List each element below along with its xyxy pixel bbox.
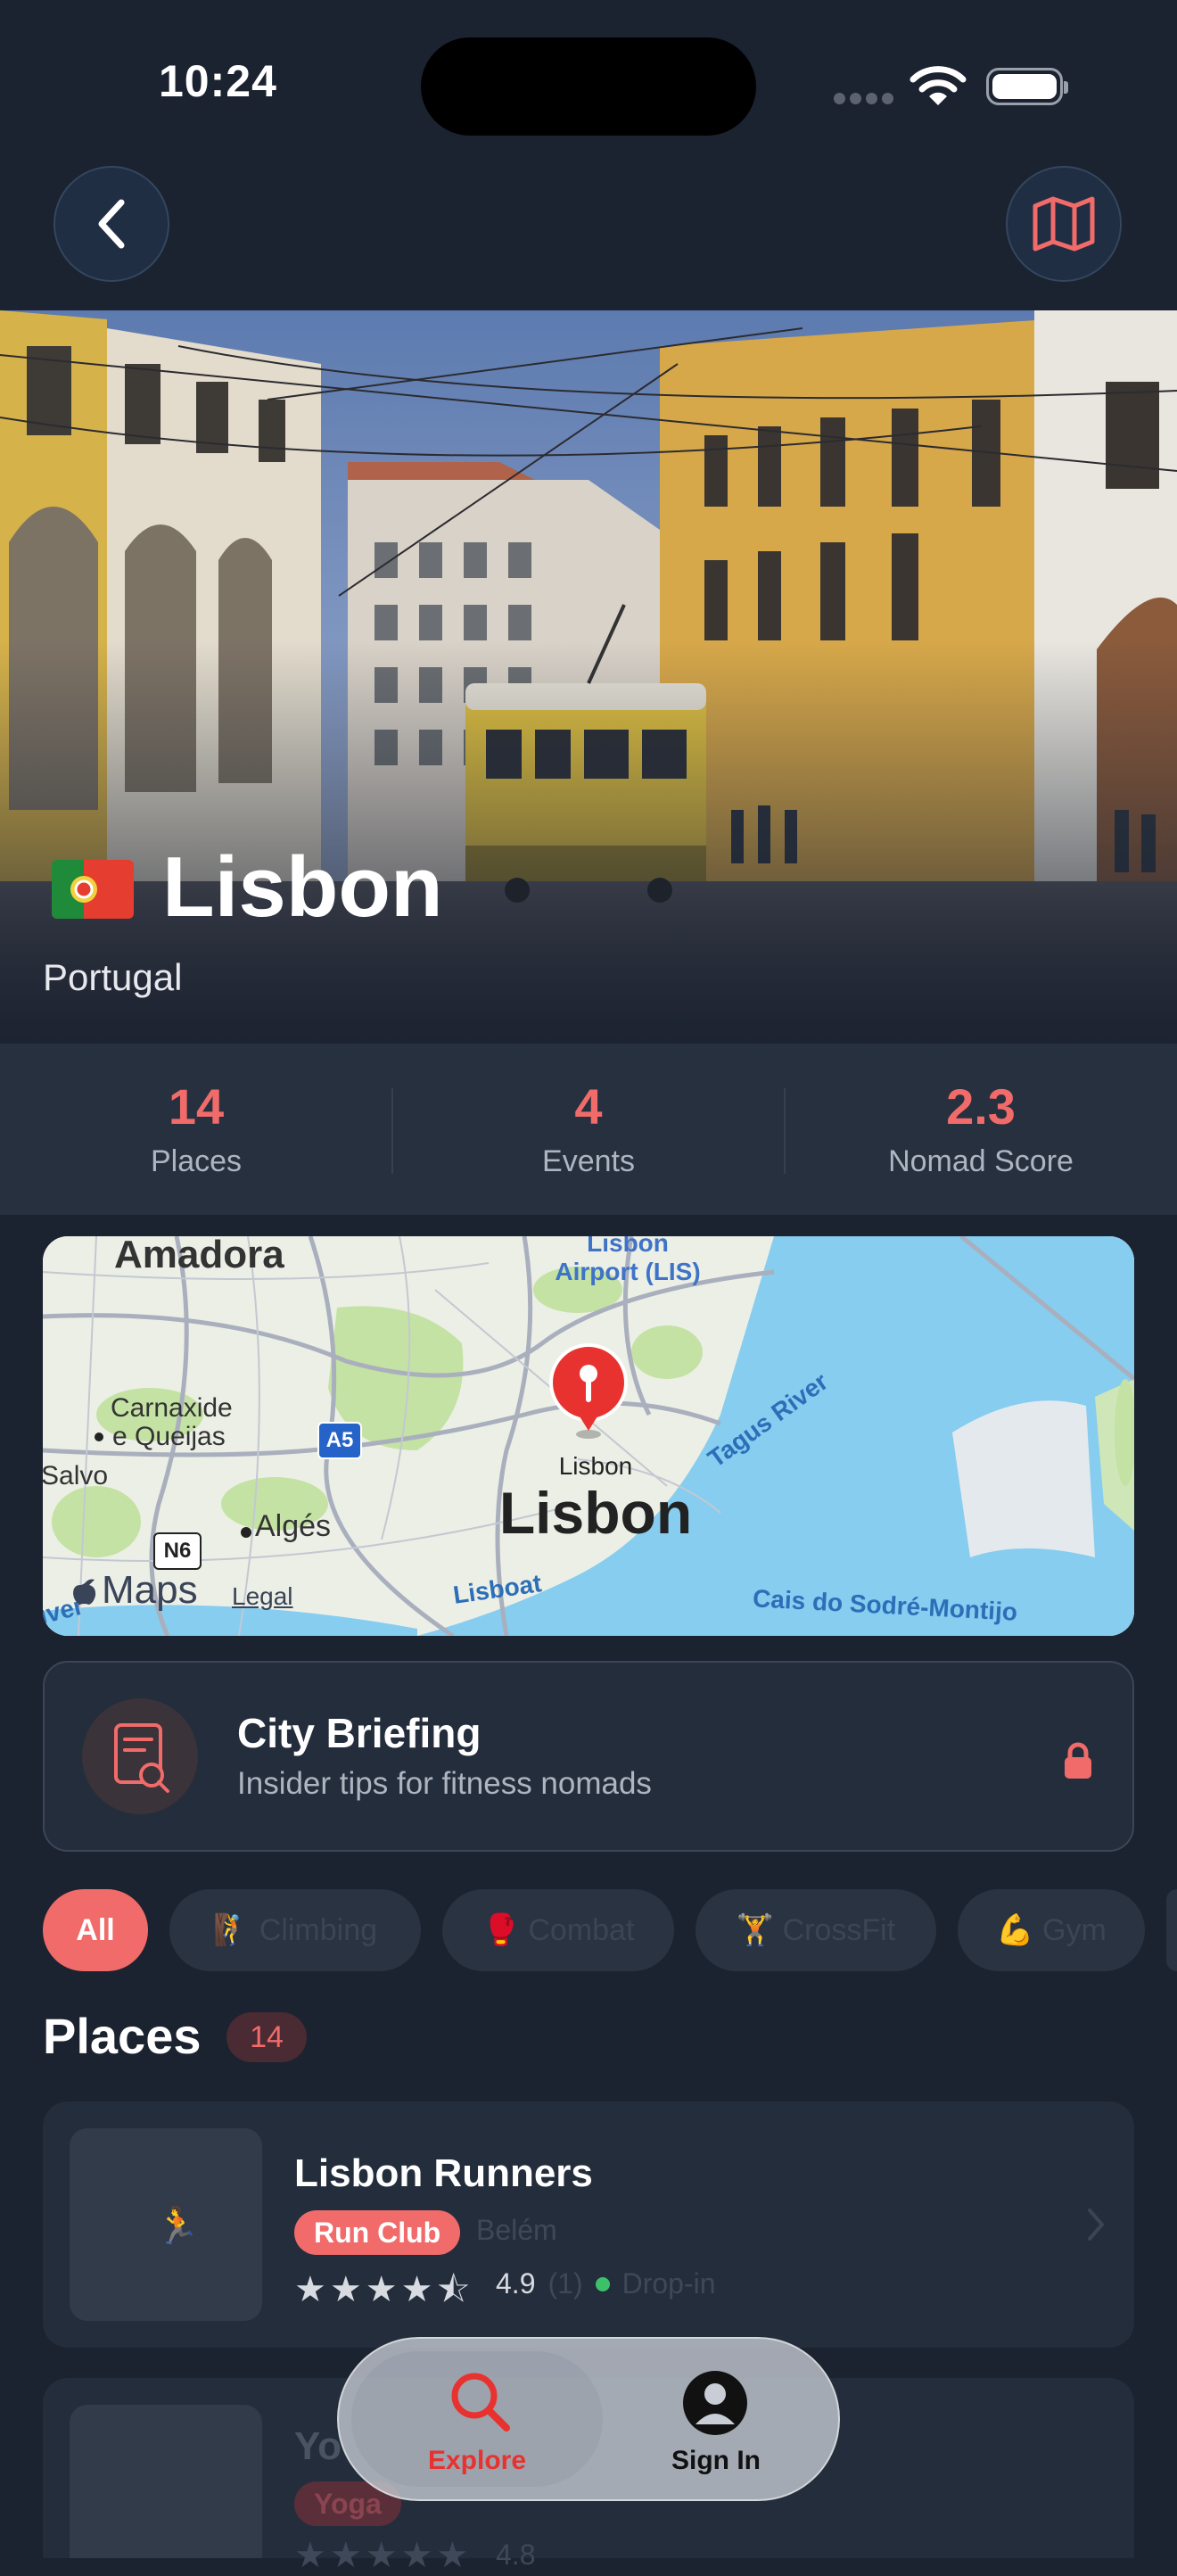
map-label-pin: Lisbon	[558, 1452, 633, 1480]
document-search-icon	[114, 1723, 169, 1793]
map-dot	[241, 1527, 251, 1538]
map-dot	[95, 1432, 103, 1441]
rating-stars: ★★★★⯪	[294, 2270, 474, 2309]
maps-brand: Maps	[71, 1568, 198, 1613]
stat-value: 2.3	[946, 1078, 1016, 1135]
stat-places[interactable]: 14 Places	[0, 1077, 392, 1179]
map-label-salvo: Salvo	[43, 1461, 109, 1490]
place-name: Lisbon Runners	[294, 2151, 593, 2195]
filter-chip-overflow[interactable]	[1166, 1889, 1177, 1971]
place-thumbnail: 🏃	[70, 2128, 262, 2321]
city-map[interactable]: Amadora Lisbon Airport (LIS) Carnaxide e…	[43, 1236, 1134, 1636]
tab-sign-in[interactable]: Sign In	[590, 2351, 842, 2487]
city-stats: 14 Places 4 Events 2.3 Nomad Score	[0, 1044, 1177, 1215]
chevron-right-icon	[1086, 2207, 1106, 2247]
status-time: 10:24	[159, 56, 277, 106]
filter-chip-crossfit[interactable]: 🏋 CrossFit	[696, 1889, 936, 1971]
map-view-button[interactable]	[1006, 166, 1122, 282]
briefing-subtitle: Insider tips for fitness nomads	[237, 1766, 652, 1801]
search-icon	[451, 2373, 510, 2432]
map-label-n6: N6	[153, 1532, 202, 1570]
map-pin-icon[interactable]	[546, 1342, 631, 1444]
map-label-a5: A5	[317, 1422, 362, 1459]
tab-explore[interactable]: Explore	[351, 2351, 603, 2487]
place-category-tag: Run Club	[294, 2210, 461, 2255]
map-label-city: Lisbon	[498, 1480, 693, 1546]
rating-value: 4.8	[496, 2539, 536, 2571]
dropin-label: Drop-in	[621, 2267, 716, 2299]
review-count: (1)	[547, 2267, 583, 2299]
apple-logo-icon	[73, 1579, 96, 1605]
map-label-alges: Algés	[255, 1509, 332, 1543]
dropin-status-dot	[595, 2276, 610, 2291]
filter-chip-all[interactable]: All	[43, 1889, 148, 1971]
tab-sign-in-label: Sign In	[671, 2446, 761, 2475]
portugal-flag-icon	[52, 860, 134, 919]
stat-label: Places	[150, 1144, 243, 1178]
bottom-tab-bar: Explore Sign In	[337, 2337, 840, 2501]
city-title: Lisbon	[162, 839, 443, 935]
wifi-icon	[910, 64, 967, 111]
map-label-queijas: e Queijas	[112, 1422, 226, 1451]
chevron-left-icon	[98, 199, 125, 249]
stat-label: Nomad Score	[888, 1144, 1074, 1178]
runner-icon: 🏃	[155, 2207, 200, 2246]
map-label-airport: Lisbon Airport (LIS)	[555, 1236, 701, 1285]
filter-chip-combat[interactable]: 🥊 Combat	[442, 1889, 674, 1971]
filter-chip-climbing[interactable]: 🧗 Climbing	[169, 1889, 421, 1971]
tab-explore-label: Explore	[427, 2446, 527, 2475]
battery-icon	[986, 68, 1068, 105]
rating-row: 4.9 (1) Drop-in	[496, 2267, 716, 2300]
country-label: Portugal	[43, 956, 183, 998]
map-label-amadora: Amadora	[114, 1236, 284, 1276]
person-circle-icon	[683, 2371, 747, 2435]
rating-value: 4.9	[496, 2267, 536, 2299]
map-label-carnaxide: Carnaxide	[111, 1393, 233, 1423]
lock-icon	[1063, 1741, 1093, 1785]
dynamic-island	[421, 37, 756, 136]
stat-label: Events	[542, 1144, 635, 1178]
place-card[interactable]: 🏃 Lisbon Runners Run Club Belém ★★★★⯪ 4.…	[43, 2101, 1134, 2348]
places-count-badge: 14	[226, 2012, 307, 2062]
rating-stars: ★★★★★	[294, 2536, 473, 2575]
stat-nomad-score[interactable]: 2.3 Nomad Score	[785, 1077, 1177, 1179]
map-icon	[1033, 196, 1095, 252]
place-name: Yo	[294, 2424, 342, 2468]
places-heading: Places	[43, 2008, 202, 2064]
cellular-signal-icon	[834, 93, 898, 109]
stat-value: 4	[574, 1078, 603, 1135]
stat-value: 14	[168, 1078, 225, 1135]
city-briefing-card[interactable]: City Briefing Insider tips for fitness n…	[43, 1661, 1134, 1852]
filter-chip-gym[interactable]: 💪 Gym	[958, 1889, 1145, 1971]
map-legal-link[interactable]: Legal	[232, 1582, 293, 1611]
briefing-title: City Briefing	[237, 1710, 482, 1756]
briefing-icon-wrap	[82, 1698, 198, 1814]
back-button[interactable]	[54, 166, 169, 282]
maps-brand-label: Maps	[102, 1568, 198, 1612]
place-location: Belém	[476, 2214, 557, 2246]
place-thumbnail	[70, 2405, 262, 2558]
stat-events[interactable]: 4 Events	[392, 1077, 785, 1179]
